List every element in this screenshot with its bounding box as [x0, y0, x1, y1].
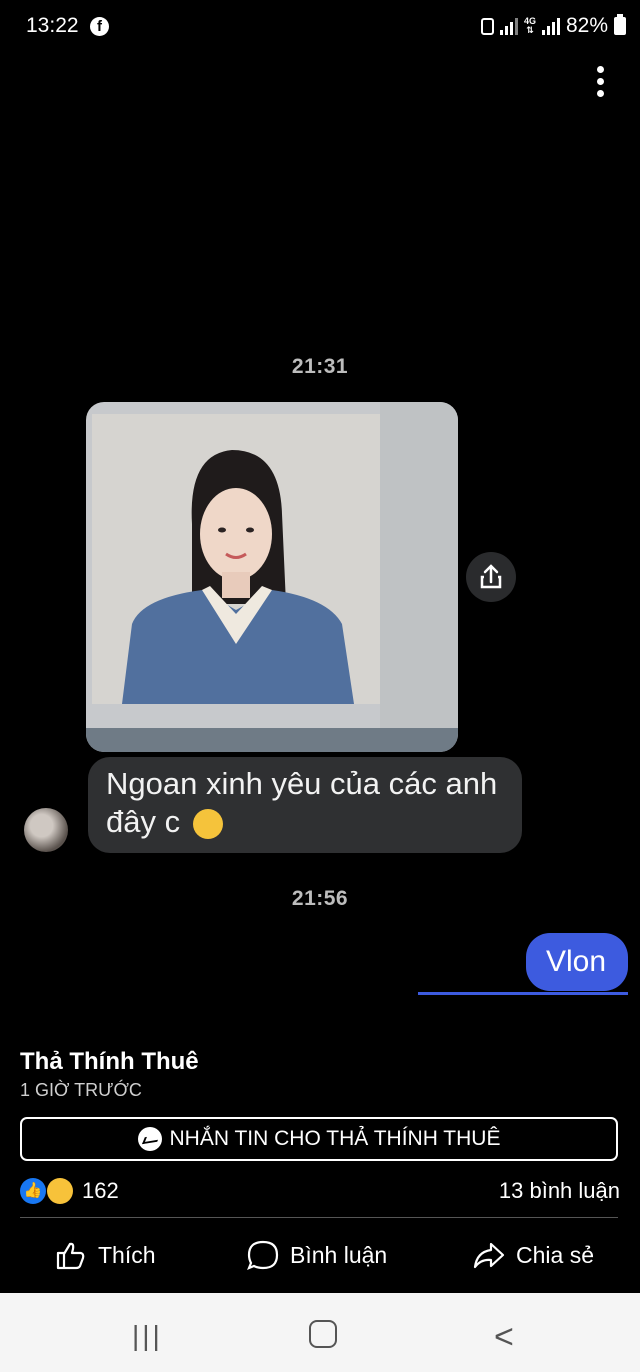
signal-icon: [499, 17, 518, 35]
sender-avatar[interactable]: [24, 808, 68, 852]
share-icon: [480, 564, 502, 589]
battery-icon: [614, 14, 626, 35]
comment-icon: [247, 1240, 279, 1270]
network-label: 4G: [523, 16, 536, 26]
back-button[interactable]: <: [494, 1318, 514, 1357]
sent-message-text: Vlon: [546, 945, 607, 978]
portrait-photo: [92, 414, 380, 704]
post-time: 1 GIỜ TRƯỚC: [20, 1080, 142, 1100]
recents-button[interactable]: |||: [132, 1320, 163, 1352]
message-page-button[interactable]: NHẮN TIN CHO THẢ THÍNH THUÊ: [20, 1117, 618, 1161]
haha-reaction-icon: [47, 1178, 73, 1204]
status-icons: 4G ⇅ 82%: [480, 14, 626, 38]
clipboard-icon: [480, 17, 494, 35]
more-options-icon[interactable]: [588, 66, 612, 106]
like-reaction-icon: 👍: [20, 1178, 46, 1204]
comment-count[interactable]: 13 bình luận: [499, 1178, 620, 1204]
share-arrow-icon: [473, 1242, 505, 1269]
share-label: Chia sẻ: [516, 1241, 594, 1268]
messenger-icon: [137, 1127, 162, 1151]
share-post-button[interactable]: Chia sẻ: [472, 1238, 594, 1272]
home-button[interactable]: [309, 1320, 337, 1348]
network-type: 4G ⇅: [523, 16, 536, 35]
page-name[interactable]: Thả Thính Thuê: [20, 1048, 199, 1076]
facebook-notification-icon: f: [90, 17, 109, 36]
laughing-emoji-icon: [193, 809, 223, 839]
photo-message[interactable]: [86, 402, 458, 752]
signal-icon-2: [541, 17, 560, 35]
comment-label: Bình luận: [290, 1241, 388, 1268]
like-button[interactable]: Thích: [54, 1238, 156, 1272]
photo-screen-area: [92, 414, 380, 704]
divider: [20, 1217, 618, 1218]
message-indicator-line: [418, 992, 628, 995]
received-message-line-2: đây c: [106, 804, 181, 839]
like-label: Thích: [98, 1241, 156, 1268]
thumbs-up-icon: [56, 1242, 85, 1270]
received-message-line-1: Ngoan xinh yêu của các anh: [106, 766, 498, 801]
chat-timestamp-2: 21:56: [291, 887, 349, 910]
chat-timestamp: 21:31: [291, 355, 349, 378]
photo-taskbar: [86, 728, 458, 752]
message-button-label: NHẮN TIN CHO THẢ THÍNH THUÊ: [169, 1127, 501, 1150]
battery-percent: 82%: [565, 14, 608, 37]
share-button[interactable]: [466, 552, 516, 602]
reaction-count[interactable]: 162: [82, 1178, 119, 1204]
comment-button[interactable]: Bình luận: [246, 1238, 387, 1272]
status-time: 13:22: [26, 14, 79, 37]
